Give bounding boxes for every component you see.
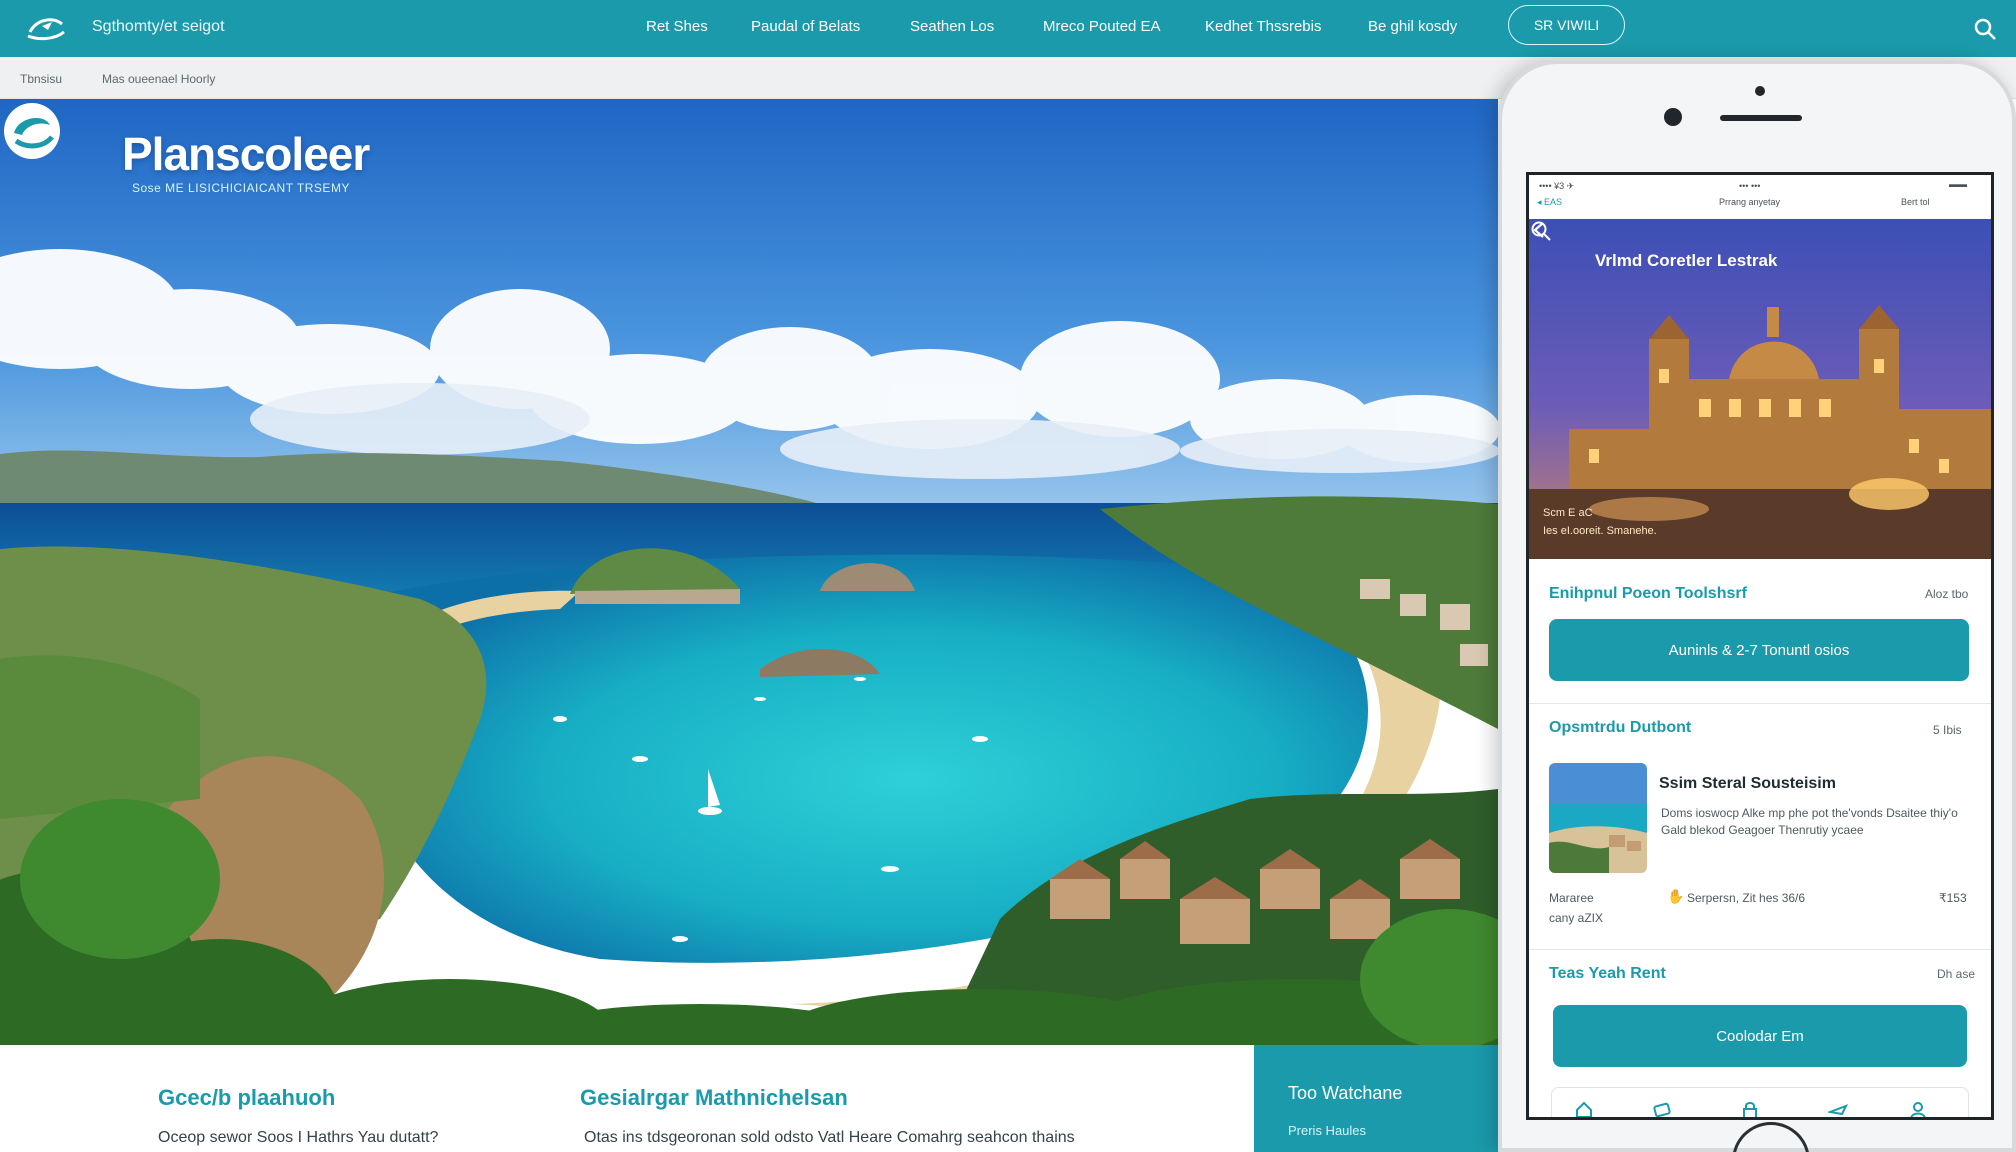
divider — [1529, 703, 1991, 704]
feature-1-text: Oceop sewor Soos I Hathrs Yau dutatt? — [158, 1129, 439, 1146]
bottom-tab-bar — [1551, 1087, 1969, 1120]
breadcrumb-item-2[interactable]: Mas oueenael Hoorly — [102, 72, 215, 86]
tab-lock-icon[interactable] — [1740, 1100, 1760, 1120]
tab-ticket-icon[interactable] — [1652, 1100, 1672, 1120]
status-right: Bert tol — [1901, 197, 1930, 207]
status-back-label[interactable]: ◂ EAS — [1537, 197, 1562, 208]
section-2-label: Opsmtrdu Dutbont — [1549, 719, 1692, 736]
search-icon[interactable] — [1972, 16, 1998, 42]
section-1-label: Enihpnul Poeon Toolshsrf — [1549, 585, 1747, 602]
card-date: Serpersn, Zit hes 36/6 — [1687, 891, 1806, 905]
section-2-meta[interactable]: 5 Ibis — [1933, 723, 1962, 737]
status-url: Prrang anyetay — [1719, 197, 1781, 207]
phone-camera — [1664, 108, 1682, 126]
hero-brand-name: Planscoleer — [122, 128, 370, 180]
tab-plane-icon[interactable] — [1828, 1100, 1848, 1120]
destination-title: Vrlmd Coretler Lestrak — [1595, 251, 1778, 270]
status-center: ••• ••• — [1739, 181, 1761, 191]
watch-panel[interactable]: Too Watchane Preris Haules — [1254, 1045, 1498, 1152]
feature-1-title[interactable]: Gcec/b plaahuoh — [158, 1085, 335, 1111]
image-caption-1: Scm E aC — [1543, 507, 1593, 519]
breadcrumb-item-1[interactable]: Tbnsisu — [20, 72, 62, 86]
watch-panel-subtitle[interactable]: Preris Haules — [1288, 1123, 1366, 1138]
nav-item-5[interactable]: Kedhet Thssrebis — [1205, 18, 1321, 35]
brand-text[interactable]: Sgthomty/et seigot — [92, 18, 225, 36]
phone-search-icon[interactable] — [1529, 219, 1553, 243]
card-price: ₹153 — [1939, 891, 1967, 905]
contact-button[interactable]: Coolodar Em — [1553, 1005, 1967, 1067]
image-caption-2: Ies eI.ooreit. Smanehe. — [1543, 525, 1657, 537]
section-3-label: Teas Yeah Rent — [1549, 965, 1666, 982]
nav-item-1[interactable]: Ret Shes — [646, 18, 708, 35]
hero-logo-icon — [4, 103, 60, 159]
section-3-meta: Dh ase — [1937, 967, 1976, 981]
hero-landscape-image: Planscoleer Sose ME LISICHICIAICANT TRSE… — [0, 99, 1498, 1045]
card-description: Doms ioswocp Alke mp phe pot the'vonds D… — [1661, 806, 1958, 837]
status-left: •••• ¥3 ✈ — [1539, 181, 1575, 191]
top-nav-bar: Sgthomty/et seigot Ret Shes Paudal of Be… — [0, 0, 2016, 57]
feature-2-title[interactable]: Gesialrgar Mathnichelsan — [580, 1085, 848, 1111]
battery-icon: ▬▬ — [1949, 179, 1967, 189]
nav-item-6[interactable]: Be ghil kosdy — [1368, 18, 1457, 35]
tab-home-icon[interactable] — [1574, 1100, 1594, 1120]
card-meta-2: cany aZIX — [1549, 911, 1604, 925]
nav-item-3[interactable]: Seathen Los — [910, 18, 994, 35]
card-thumbnail[interactable] — [1549, 763, 1647, 873]
feature-2-text: Otas ins tdsgeoronan sold odsto Vatl Hea… — [584, 1129, 1075, 1146]
phone-speaker — [1720, 115, 1802, 121]
card-thumbnail-image — [1549, 763, 1647, 873]
star-icon: ✋ — [1667, 888, 1685, 904]
phone-status-bar: •••• ¥3 ✈ ••• ••• ▬▬ ◂ EAS Prrang anyeta… — [1529, 175, 1991, 219]
hero-illustration — [0, 99, 1498, 1045]
card-title[interactable]: Ssim Steral Sousteisim — [1659, 775, 1836, 793]
tour-options-button[interactable]: Auninls & 2-7 Tonuntl osios — [1549, 619, 1969, 681]
phone-sensor — [1755, 86, 1765, 96]
section-1-meta: Aloz tbo — [1925, 587, 1969, 601]
divider — [1529, 949, 1991, 950]
nav-item-2[interactable]: Paudal of Belats — [751, 18, 860, 35]
plane-logo-icon[interactable] — [26, 12, 66, 44]
watch-panel-title[interactable]: Too Watchane — [1288, 1083, 1402, 1104]
nav-item-4[interactable]: Mreco Pouted EA — [1043, 18, 1161, 35]
phone-screen: •••• ¥3 ✈ ••• ••• ▬▬ ◂ EAS Prrang anyeta… — [1526, 172, 1994, 1120]
hero-tagline: Sose ME LISICHICIAICANT TRSEMY — [132, 181, 350, 195]
tab-user-icon[interactable] — [1908, 1100, 1928, 1120]
destination-hero: Vrlmd Coretler Lestrak Scm E aC Ies eI.o… — [1529, 219, 1991, 559]
card-meta-1: Mararee — [1549, 891, 1594, 905]
nav-cta-button[interactable]: SR VIWILI — [1508, 5, 1625, 45]
